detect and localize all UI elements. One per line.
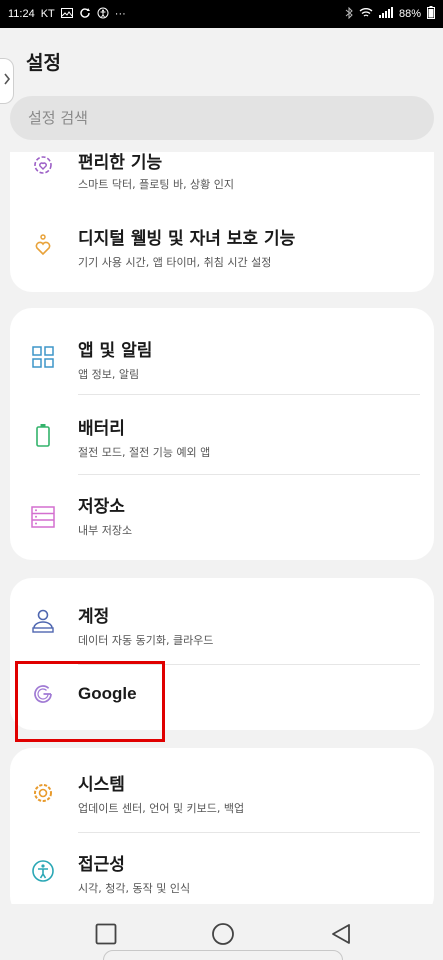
chevron-right-icon	[3, 73, 11, 89]
more-icon: ···	[114, 7, 126, 20]
divider	[78, 394, 420, 395]
heart-person-icon	[30, 232, 56, 258]
accessibility-icon	[30, 858, 56, 884]
carrier: KT	[40, 8, 55, 20]
settings-item-title: 배터리	[78, 419, 125, 439]
settings-item-storage[interactable]: 저장소 내부 저장소	[10, 474, 434, 554]
settings-item-subtitle: 시각, 청각, 동작 및 인식	[78, 882, 191, 895]
battery-icon	[427, 6, 435, 22]
google-icon	[30, 681, 56, 707]
settings-item-convenience[interactable]: 편리한 기능 스마트 닥터, 플로팅 바, 상황 인지	[10, 152, 434, 202]
page-title: 설정	[26, 52, 61, 74]
settings-item-subtitle: 스마트 닥터, 플로팅 바, 상황 인지	[78, 178, 235, 191]
status-bar: 11:24 KT ··· 88%	[0, 0, 443, 28]
settings-list[interactable]: 편리한 기능 스마트 닥터, 플로팅 바, 상황 인지 디지털 웰빙 및 자녀 …	[0, 152, 443, 904]
home-icon[interactable]	[211, 922, 235, 946]
settings-group-device: 앱 및 알림 앱 정보, 알림 배터리 절전 모드, 절전 기능 예외 앱 저장…	[10, 308, 434, 560]
battery-percent: 88%	[398, 8, 421, 20]
back-icon[interactable]	[329, 922, 353, 946]
settings-group-convenience: 편리한 기능 스마트 닥터, 플로팅 바, 상황 인지 디지털 웰빙 및 자녀 …	[10, 152, 434, 292]
recent-apps-icon[interactable]	[94, 922, 118, 946]
system-gear-icon	[30, 780, 56, 806]
settings-item-title: 편리한 기능	[78, 153, 163, 173]
accessibility-icon	[97, 7, 109, 22]
settings-item-account[interactable]: 계정 데이터 자동 동기화, 클라우드	[10, 580, 434, 660]
settings-item-subtitle: 절전 모드, 절전 기능 예외 앱	[78, 446, 211, 459]
settings-item-title: 디지털 웰빙 및 자녀 보호 기능	[78, 229, 296, 249]
settings-item-battery[interactable]: 배터리 절전 모드, 절전 기능 예외 앱	[10, 396, 434, 476]
settings-item-subtitle: 앱 정보, 알림	[78, 368, 140, 381]
side-panel-handle[interactable]	[0, 58, 14, 104]
settings-item-subtitle: 내부 저장소	[78, 524, 133, 537]
clock: 11:24	[8, 8, 35, 20]
settings-item-google[interactable]: Google	[10, 656, 434, 730]
settings-item-title: 시스템	[78, 775, 125, 795]
settings-item-subtitle: 데이터 자동 동기화, 클라우드	[78, 634, 214, 647]
account-icon	[30, 608, 56, 634]
wifi-icon	[359, 7, 373, 21]
settings-item-title: Google	[78, 684, 137, 703]
settings-item-digital-wellbeing[interactable]: 디지털 웰빙 및 자녀 보호 기능 기기 사용 시간, 앱 타이머, 취침 시간…	[10, 202, 434, 282]
gallery-icon	[60, 7, 73, 21]
apps-grid-icon	[30, 344, 56, 370]
settings-item-title: 앱 및 알림	[78, 341, 153, 361]
bluetooth-icon	[345, 6, 353, 22]
settings-item-subtitle: 업데이트 센터, 언어 및 키보드, 백업	[78, 802, 245, 815]
storage-icon	[30, 504, 56, 530]
sync-icon	[79, 7, 91, 22]
settings-item-subtitle: 기기 사용 시간, 앱 타이머, 취침 시간 설정	[78, 256, 272, 269]
settings-group-accounts: 계정 데이터 자동 동기화, 클라우드 Google	[10, 578, 434, 730]
search-input[interactable]	[10, 96, 434, 140]
settings-item-accessibility[interactable]: 접근성 시각, 청각, 동작 및 인식	[10, 828, 434, 904]
settings-item-title: 계정	[78, 607, 110, 627]
settings-item-title: 접근성	[78, 855, 125, 875]
gear-heart-icon	[30, 152, 56, 178]
settings-item-system[interactable]: 시스템 업데이트 센터, 언어 및 키보드, 백업	[10, 748, 434, 828]
battery-icon	[30, 422, 56, 448]
settings-item-apps-notifications[interactable]: 앱 및 알림 앱 정보, 알림	[10, 318, 434, 398]
gesture-pill	[103, 950, 343, 960]
signal-icon	[378, 7, 393, 21]
settings-item-title: 저장소	[78, 497, 125, 517]
settings-group-system: 시스템 업데이트 센터, 언어 및 키보드, 백업 접근성 시각, 청각, 동작…	[10, 748, 434, 904]
